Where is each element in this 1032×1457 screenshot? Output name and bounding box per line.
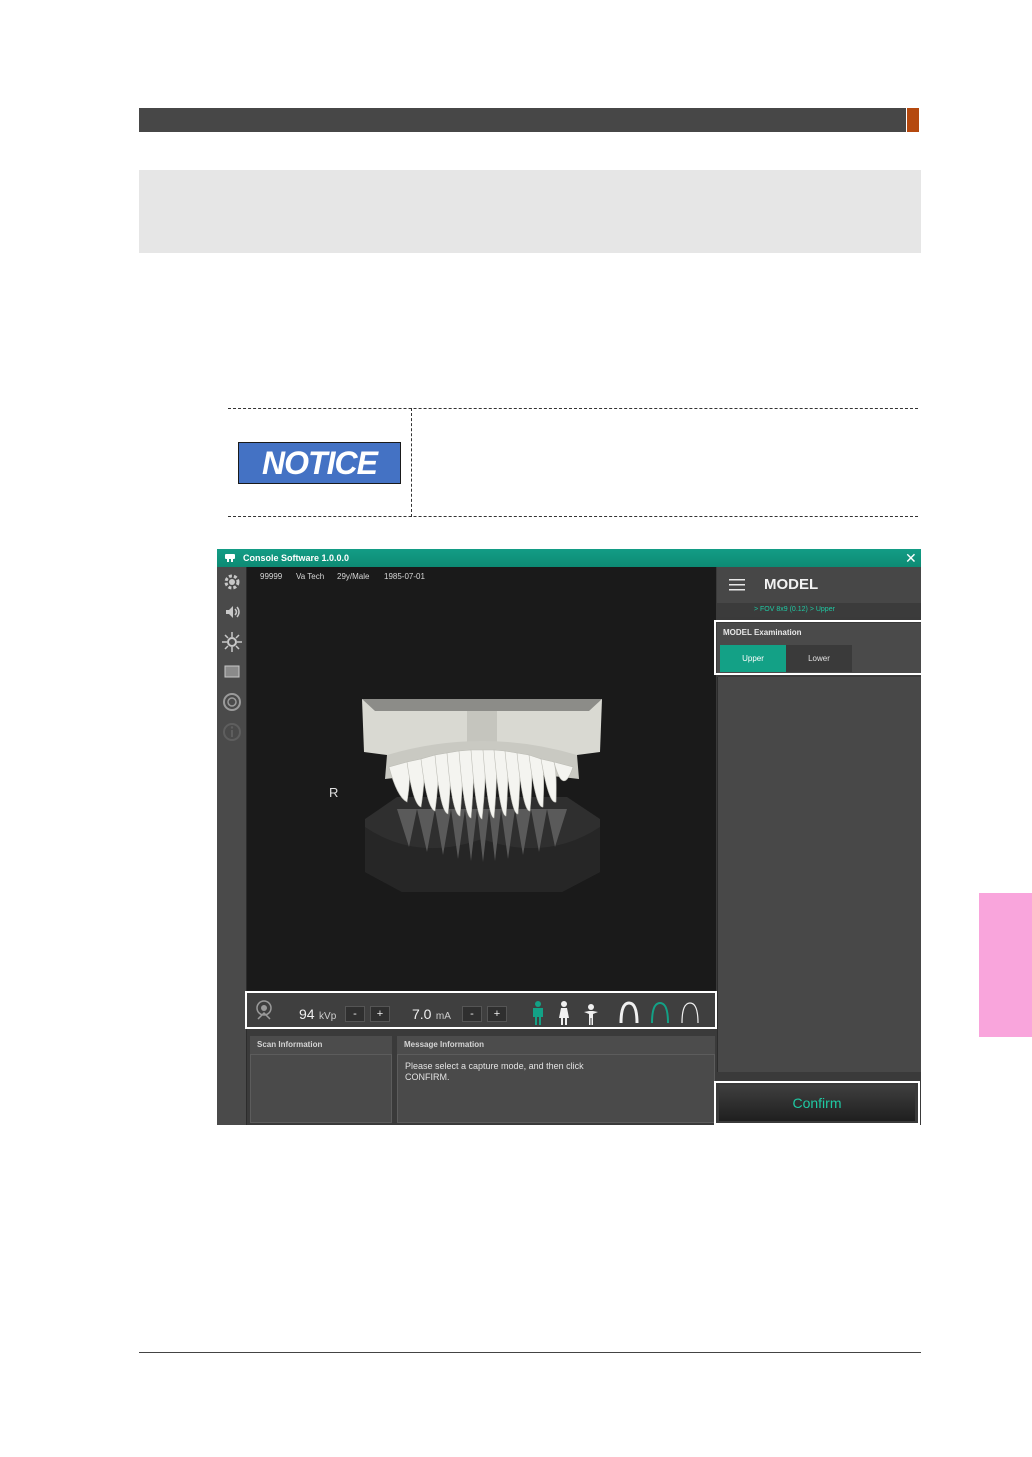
message-info-panel: Message Information Please select a capt… xyxy=(397,1036,715,1123)
notice-bottom-rule xyxy=(228,516,918,517)
gear-icon[interactable] xyxy=(221,571,243,593)
console-window: Console Software 1.0.0.0 ✕ 99999 Va Tech… xyxy=(217,549,921,1125)
target-icon[interactable] xyxy=(221,691,243,713)
side-marker: R xyxy=(329,785,339,800)
patient-name: Va Tech xyxy=(296,572,325,581)
close-icon[interactable]: ✕ xyxy=(905,549,917,567)
right-panel-body xyxy=(717,677,921,1072)
shaded-box xyxy=(139,170,921,253)
patient-dob: 1985-07-01 xyxy=(384,572,425,581)
monitor-icon[interactable] xyxy=(221,661,243,683)
speaker-icon[interactable] xyxy=(221,601,243,623)
notice-badge: NOTICE xyxy=(238,442,401,484)
breadcrumb: > FOV 8x9 (0.12) > Upper xyxy=(717,603,921,617)
app-logo-icon xyxy=(225,554,235,562)
tool-rail xyxy=(217,567,247,1125)
mode-title: MODEL xyxy=(764,576,819,593)
scan-info-body xyxy=(250,1054,392,1123)
laser-icon[interactable] xyxy=(221,631,243,653)
menu-icon[interactable] xyxy=(729,578,745,592)
controls-highlight xyxy=(245,991,717,1029)
title-bar: Console Software 1.0.0.0 ✕ xyxy=(217,549,921,567)
message-info-body: Please select a capture mode, and then c… xyxy=(397,1054,715,1123)
section-header-accent xyxy=(907,108,919,132)
chapter-tab xyxy=(979,893,1032,1037)
footer-rule xyxy=(139,1352,921,1353)
window-title: Console Software 1.0.0.0 xyxy=(243,553,350,563)
scan-info-panel: Scan Information xyxy=(250,1036,392,1123)
message-text: Please select a capture mode, and then c… xyxy=(405,1061,584,1082)
patient-id: 99999 xyxy=(260,572,283,581)
confirm-highlight xyxy=(714,1081,920,1125)
dental-model-image xyxy=(362,699,602,892)
message-info-title: Message Information xyxy=(397,1036,715,1054)
model-viewer[interactable]: 99999 Va Tech 29y/Male 1985-07-01 R xyxy=(247,567,716,991)
info-icon[interactable] xyxy=(221,721,243,743)
mode-header: MODEL xyxy=(717,567,921,603)
notice-top-rule xyxy=(228,408,918,409)
notice-divider xyxy=(411,408,412,517)
exam-highlight xyxy=(714,620,921,675)
section-header-bar xyxy=(139,108,906,132)
patient-age-sex: 29y/Male xyxy=(337,572,370,581)
scan-info-title: Scan Information xyxy=(250,1036,392,1054)
